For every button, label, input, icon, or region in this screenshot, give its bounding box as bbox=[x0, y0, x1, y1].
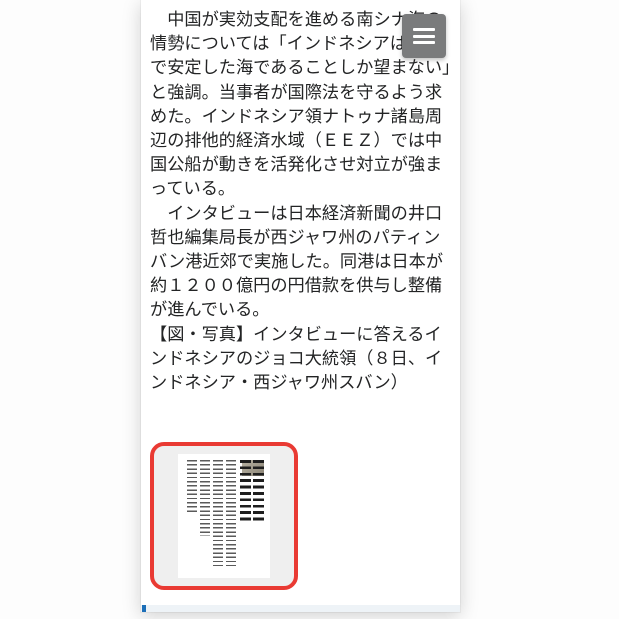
phone-frame: 中国が実効支配を進める南シナ海の情勢については「インドネシアは平和で安定した海で… bbox=[141, 0, 460, 612]
article-body: 中国が実効支配を進める南シナ海の情勢については「インドネシアは平和で安定した海で… bbox=[150, 7, 451, 394]
thumbnail-page bbox=[178, 454, 270, 578]
hamburger-icon bbox=[413, 28, 435, 44]
progress-handle[interactable] bbox=[142, 605, 146, 612]
article-thumbnail[interactable] bbox=[150, 442, 298, 590]
hamburger-menu-button[interactable] bbox=[402, 14, 446, 58]
paragraph-2: インタビューは日本経済新聞の井口哲也編集局長が西ジャワ州のパティンバン港近郊で実… bbox=[150, 201, 451, 322]
progress-scrollbar[interactable] bbox=[141, 605, 460, 612]
paragraph-caption: 【図・写真】インタビューに答えるインドネシアのジョコ大統領（８日、インドネシア・… bbox=[150, 322, 451, 395]
thumbnail-text-columns bbox=[184, 460, 236, 566]
app-stage: 中国が実効支配を進める南シナ海の情勢については「インドネシアは平和で安定した海で… bbox=[0, 0, 619, 619]
thumbnail-headline-columns bbox=[240, 460, 264, 524]
